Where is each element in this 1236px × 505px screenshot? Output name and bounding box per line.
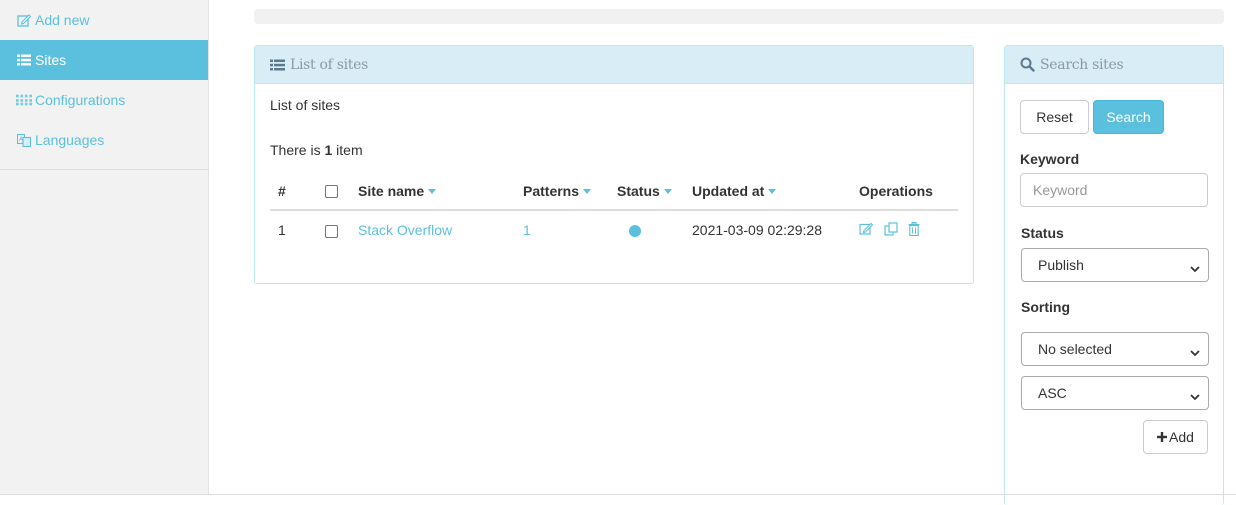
column-header-status[interactable]: Status xyxy=(609,172,684,211)
sites-list-panel: List of sites List of sites There is 1 i… xyxy=(254,45,974,284)
operations-cell xyxy=(851,210,958,249)
sorting-label: Sorting xyxy=(1021,299,1070,315)
plus-icon xyxy=(1157,432,1168,442)
patterns-cell: 1 xyxy=(515,210,609,249)
column-header-operations: Operations xyxy=(851,172,958,211)
sidebar-item-configurations[interactable]: Configurations xyxy=(0,80,208,120)
trash-icon[interactable] xyxy=(908,221,920,239)
list-title: List of sites xyxy=(270,97,341,113)
panel-heading: Search sites xyxy=(1005,46,1223,84)
patterns-link[interactable]: 1 xyxy=(523,222,531,238)
sidebar-item-add-new[interactable]: Add new xyxy=(0,0,208,40)
column-header-select xyxy=(317,172,350,211)
status-label: Status xyxy=(1021,225,1064,241)
sort-caret-icon xyxy=(663,189,672,195)
updated-at-cell: 2021-03-09 02:29:28 xyxy=(692,222,822,238)
edit-icon[interactable] xyxy=(859,222,874,238)
chevron-down-icon xyxy=(1190,260,1200,276)
search-icon xyxy=(1020,57,1035,72)
sidebar-item-label: Add new xyxy=(35,12,90,28)
keyword-label: Keyword xyxy=(1020,151,1080,167)
sidebar-item-label: Configurations xyxy=(35,92,126,108)
column-header-number: # xyxy=(270,172,317,211)
table-header-row: # Site name Patterns Status Updated at O… xyxy=(270,172,958,211)
sidebar: Add new Sites Configurations A Languages xyxy=(0,0,209,494)
column-header-site-name[interactable]: Site name xyxy=(350,172,515,211)
sort-caret-icon xyxy=(428,189,437,195)
item-count: There is 1 item xyxy=(270,142,363,158)
search-panel: Search sites Reset Search Keyword Keywor… xyxy=(1004,45,1224,505)
language-icon: A xyxy=(16,133,32,147)
row-select-cell xyxy=(317,210,350,249)
top-bar xyxy=(254,9,1224,24)
sort-caret-icon xyxy=(768,189,777,195)
sites-table: # Site name Patterns Status Updated at O… xyxy=(270,172,958,249)
row-checkbox[interactable] xyxy=(325,224,338,238)
site-name-cell: Stack Overflow xyxy=(350,210,515,249)
row-number: 1 xyxy=(278,222,286,238)
site-name-link[interactable]: Stack Overflow xyxy=(358,222,452,238)
chevron-down-icon xyxy=(1190,344,1200,360)
sidebar-item-label: Languages xyxy=(35,132,105,148)
panel-title: List of sites xyxy=(290,56,368,73)
sort-caret-icon xyxy=(583,189,592,195)
status-dot-icon xyxy=(629,225,641,238)
select-all-checkbox[interactable] xyxy=(325,185,338,199)
panel-title: Search sites xyxy=(1040,56,1124,73)
panel-heading: List of sites xyxy=(255,46,973,84)
status-cell xyxy=(609,210,684,249)
add-button[interactable]: Add xyxy=(1143,420,1208,454)
bottom-border xyxy=(0,494,1236,495)
sidebar-item-sites[interactable]: Sites xyxy=(0,40,208,80)
sorting-order-select[interactable]: ASC xyxy=(1021,376,1209,410)
table-row: 1 Stack Overflow 1 2021-03-09 02:29:28 xyxy=(270,210,958,249)
column-header-updated-at[interactable]: Updated at xyxy=(684,172,851,211)
list-icon xyxy=(270,59,285,71)
copy-icon[interactable] xyxy=(884,222,898,239)
status-select[interactable]: Publish xyxy=(1021,248,1209,282)
grid-icon xyxy=(16,93,32,107)
list-icon xyxy=(16,53,32,67)
search-button[interactable]: Search xyxy=(1093,100,1164,134)
edit-icon xyxy=(16,13,32,27)
sidebar-divider xyxy=(0,169,209,170)
column-header-patterns[interactable]: Patterns xyxy=(515,172,609,211)
sorting-field-select[interactable]: No selected xyxy=(1021,332,1209,366)
sidebar-item-languages[interactable]: A Languages xyxy=(0,120,208,160)
sidebar-item-label: Sites xyxy=(35,52,67,68)
chevron-down-icon xyxy=(1190,388,1200,404)
reset-button[interactable]: Reset xyxy=(1020,100,1089,134)
keyword-input[interactable]: Keyword xyxy=(1020,173,1208,207)
